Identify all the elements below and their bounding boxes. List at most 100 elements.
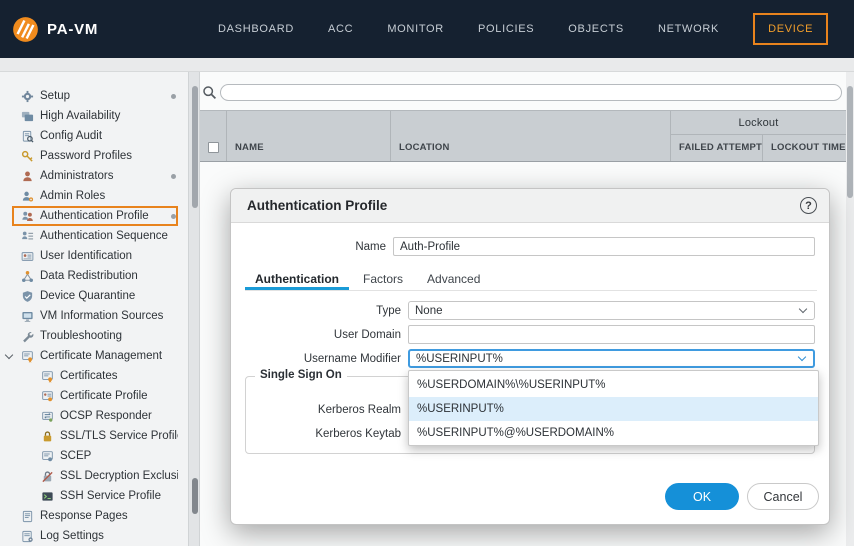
dropdown-option-userinput[interactable]: %USERINPUT%	[409, 397, 818, 421]
config-audit-icon	[20, 129, 34, 143]
user-domain-label: User Domain	[333, 329, 401, 341]
nav-policies[interactable]: POLICIES	[478, 23, 534, 35]
ssh-service-profile-icon	[40, 489, 54, 503]
kerberos-keytab-label: Kerberos Keytab	[315, 428, 401, 440]
type-label: Type	[376, 305, 401, 317]
sidebar-scrollbar-thumb[interactable]	[192, 86, 198, 208]
sidebar-item-label: SCEP	[60, 450, 92, 462]
administrators-icon	[20, 169, 34, 183]
single-sign-on-legend: Single Sign On	[255, 369, 347, 381]
sidebar-item-device-quarantine[interactable]: Device Quarantine	[12, 286, 178, 306]
sidebar-splitter-grip[interactable]	[192, 478, 198, 514]
filter-bar	[200, 84, 846, 102]
data-redistribution-icon	[20, 269, 34, 283]
sidebar-scrollbar[interactable]	[188, 72, 200, 546]
select-all-checkbox[interactable]	[207, 142, 219, 153]
sidebar-item-data-redistribution[interactable]: Data Redistribution	[12, 266, 178, 286]
sidebar-item-label: SSL/TLS Service Profile	[60, 430, 178, 442]
status-dot	[171, 213, 176, 219]
sidebar-item-label: VM Information Sources	[40, 310, 164, 322]
type-select[interactable]: None	[408, 301, 815, 320]
nav-dashboard[interactable]: DASHBOARD	[218, 23, 294, 35]
password-profiles-icon	[20, 149, 34, 163]
sidebar-item-setup[interactable]: Setup	[12, 86, 178, 106]
sidebar-item-label: User Identification	[40, 250, 133, 262]
tab-authentication[interactable]: Authentication	[245, 269, 349, 290]
tab-factors[interactable]: Factors	[353, 269, 413, 290]
sidebar-item-ssl-decryption-exclusion[interactable]: SSL Decryption Exclusio	[12, 466, 178, 486]
high-availability-icon	[20, 109, 34, 123]
collapse-chevron-icon[interactable]	[4, 350, 14, 360]
sidebar-item-response-pages[interactable]: Response Pages	[12, 506, 178, 526]
sidebar-item-ssl-tls-service-profile[interactable]: SSL/TLS Service Profile	[12, 426, 178, 446]
username-modifier-dropdown: %USERDOMAIN%\%USERINPUT% %USERINPUT% %US…	[408, 370, 819, 446]
troubleshooting-icon	[20, 329, 34, 343]
table-header: NAME LOCATION Lockout FAILED ATTEMPTS (#…	[200, 110, 846, 162]
sidebar-item-vm-information-sources[interactable]: VM Information Sources	[12, 306, 178, 326]
authentication-sequence-icon	[20, 229, 34, 243]
sidebar-item-label: SSH Service Profile	[60, 490, 161, 502]
sidebar-item-label: Admin Roles	[40, 190, 106, 202]
column-header-name[interactable]: NAME	[226, 111, 390, 161]
nav-device[interactable]: DEVICE	[753, 13, 829, 45]
status-dot	[171, 173, 176, 179]
kerberos-realm-label: Kerberos Realm	[317, 404, 401, 416]
ocsp-responder-icon	[40, 409, 54, 423]
nav-monitor[interactable]: MONITOR	[387, 23, 444, 35]
column-header-lockout-time[interactable]: LOCKOUT TIME (MIN)	[762, 135, 846, 161]
nav-objects[interactable]: OBJECTS	[568, 23, 624, 35]
help-icon[interactable]: ?	[800, 197, 817, 214]
main-menu: DASHBOARD ACC MONITOR POLICIES OBJECTS N…	[218, 0, 829, 58]
username-modifier-label: Username Modifier	[303, 353, 401, 365]
brand[interactable]: PA-VM	[12, 0, 98, 58]
status-dot	[171, 93, 176, 99]
select-all-cell	[200, 111, 226, 161]
column-header-failed-attempts[interactable]: FAILED ATTEMPTS (#)	[670, 135, 762, 161]
chevron-down-icon	[798, 304, 808, 314]
toolbar-strip	[0, 58, 854, 72]
certificate-profile-icon	[40, 389, 54, 403]
search-input[interactable]	[220, 84, 842, 101]
tab-advanced[interactable]: Advanced	[417, 269, 490, 290]
sidebar-item-label: Log Settings	[40, 530, 104, 542]
main-scrollbar[interactable]	[846, 72, 854, 546]
palo-alto-logo-icon	[12, 16, 39, 43]
username-modifier-combobox[interactable]: %USERINPUT%	[408, 349, 815, 368]
vm-information-sources-icon	[20, 309, 34, 323]
nav-network[interactable]: NETWORK	[658, 23, 719, 35]
sidebar-item-certificate-profile[interactable]: Certificate Profile	[12, 386, 178, 406]
sidebar-item-troubleshooting[interactable]: Troubleshooting	[12, 326, 178, 346]
sidebar-item-user-identification[interactable]: User Identification	[12, 246, 178, 266]
top-nav: PA-VM DASHBOARD ACC MONITOR POLICIES OBJ…	[0, 0, 854, 58]
sidebar-item-log-settings[interactable]: Log Settings	[12, 526, 178, 546]
name-field[interactable]	[393, 237, 815, 256]
sidebar-item-scep[interactable]: SCEP	[12, 446, 178, 466]
column-header-location[interactable]: LOCATION	[390, 111, 670, 161]
search-icon	[202, 85, 217, 105]
dropdown-option-userinput-at-userdomain[interactable]: %USERINPUT%@%USERDOMAIN%	[409, 421, 818, 445]
sidebar-item-authentication-sequence[interactable]: Authentication Sequence	[12, 226, 178, 246]
sidebar-item-label: Setup	[40, 90, 71, 102]
dropdown-option-userdomain-userinput[interactable]: %USERDOMAIN%\%USERINPUT%	[409, 373, 818, 397]
cancel-button[interactable]: Cancel	[747, 483, 819, 510]
sidebar-item-certificates[interactable]: Certificates	[12, 366, 178, 386]
ok-button[interactable]: OK	[665, 483, 739, 510]
dialog-tabs: Authentication Factors Advanced	[245, 269, 817, 291]
sidebar-item-ocsp-responder[interactable]: OCSP Responder	[12, 406, 178, 426]
nav-acc[interactable]: ACC	[328, 23, 353, 35]
scep-icon	[40, 449, 54, 463]
sidebar-item-config-audit[interactable]: Config Audit	[12, 126, 178, 146]
main-scrollbar-thumb[interactable]	[847, 86, 853, 198]
sidebar-item-label: Certificate Profile	[60, 390, 148, 402]
sidebar-item-high-availability[interactable]: High Availability	[12, 106, 178, 126]
user-domain-field[interactable]	[408, 325, 815, 344]
sidebar-item-admin-roles[interactable]: Admin Roles	[12, 186, 178, 206]
device-sidebar: Setup High Availability Config Audit Pas…	[0, 72, 188, 546]
sidebar-item-certificate-management[interactable]: Certificate Management	[4, 346, 178, 366]
sidebar-item-authentication-profile[interactable]: Authentication Profile	[12, 206, 178, 226]
sidebar-item-password-profiles[interactable]: Password Profiles	[12, 146, 178, 166]
sidebar-item-administrators[interactable]: Administrators	[12, 166, 178, 186]
sidebar-item-label: Troubleshooting	[40, 330, 123, 342]
sidebar-item-ssh-service-profile[interactable]: SSH Service Profile	[12, 486, 178, 506]
sidebar-item-label: Authentication Profile	[40, 210, 149, 222]
